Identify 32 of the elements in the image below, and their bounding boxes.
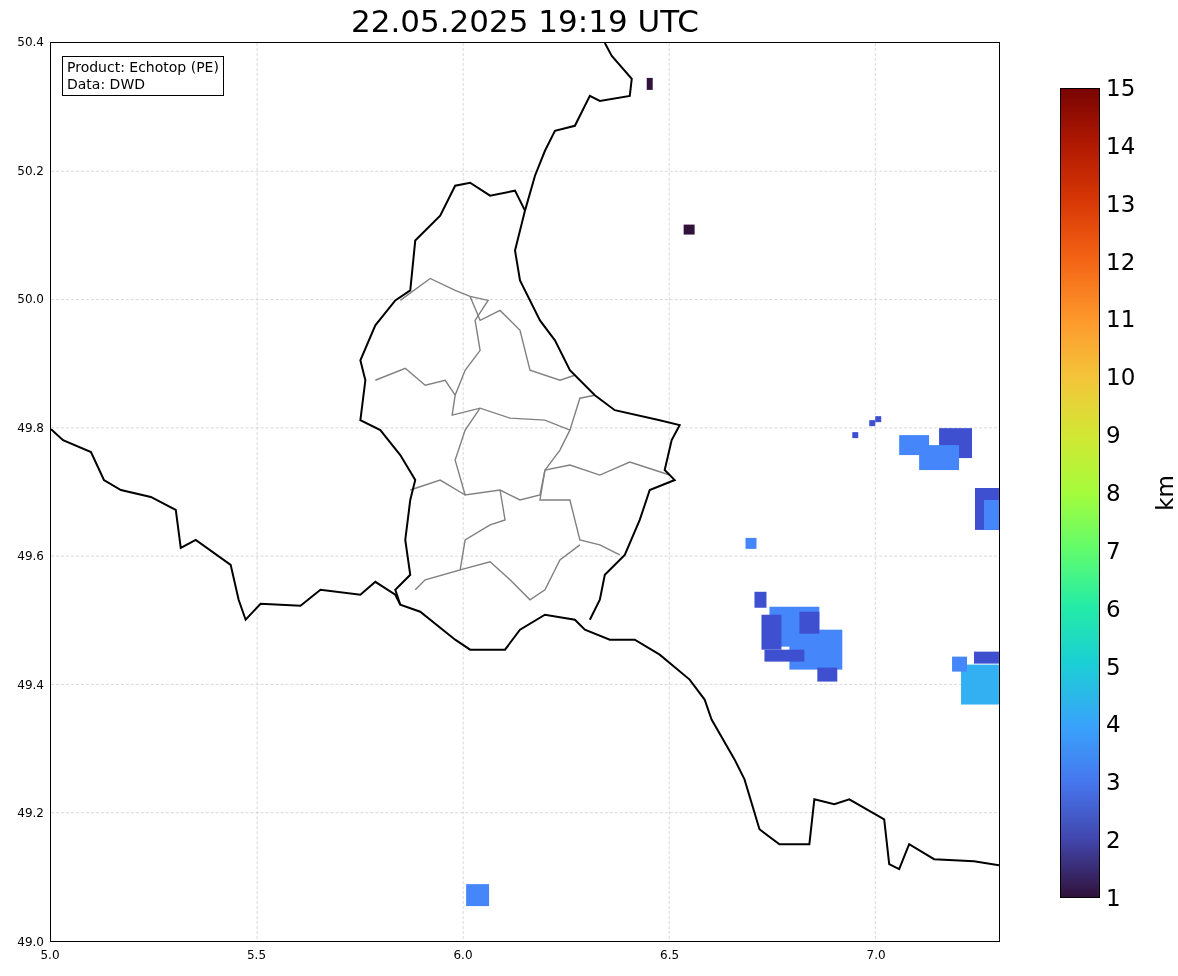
axis-tick-label: 49.2 — [17, 806, 44, 821]
axis-tick-label: 7.0 — [866, 948, 886, 962]
colorbar-tick-label: 8 — [1106, 480, 1121, 506]
colorbar-tick-label: 12 — [1106, 248, 1136, 275]
colorbar-tick-label: 11 — [1106, 306, 1136, 333]
colorbar-tick-label: 15 — [1106, 75, 1136, 101]
colorbar-label: km — [1152, 475, 1178, 511]
colorbar-tick-label: 2 — [1106, 827, 1121, 854]
axis-tick-label: 6.5 — [660, 948, 680, 962]
axis-tick-label: 49.0 — [17, 935, 44, 949]
colorbar-tick-label: 1 — [1106, 885, 1121, 911]
axis-tick-label: 49.4 — [17, 677, 44, 692]
colorbar-tick-label: 5 — [1106, 653, 1121, 680]
colorbar-tick-label: 3 — [1106, 769, 1121, 796]
axis-tick-label: 6.0 — [453, 948, 473, 962]
colorbar-tick-label: 9 — [1106, 422, 1121, 449]
axis-tick-label: 49.8 — [17, 420, 44, 435]
axis-tick-label: 50.2 — [17, 163, 44, 178]
info-text: Data: DWD — [67, 76, 146, 93]
colorbar-tick-label: 6 — [1106, 595, 1121, 622]
colorbar-tick-label: 4 — [1106, 711, 1121, 738]
info-text: Product: Echotop (PE) — [67, 59, 219, 76]
axis-tick-label: 5.5 — [246, 948, 267, 962]
colorbar-tick-label: 7 — [1106, 537, 1121, 564]
chart-title: 22.05.2025 19:19 UTC — [351, 3, 699, 39]
axis-tick-label: 5.0 — [40, 948, 60, 962]
axis-tick-label: 49.6 — [17, 549, 44, 564]
axis-tick-label: 50.4 — [17, 35, 44, 49]
colorbar-tick-label: 13 — [1106, 190, 1136, 217]
axis-tick-label: 50.0 — [17, 292, 44, 307]
colorbar-tick-label: 14 — [1106, 132, 1136, 159]
colorbar-tick-label: 10 — [1106, 364, 1136, 391]
